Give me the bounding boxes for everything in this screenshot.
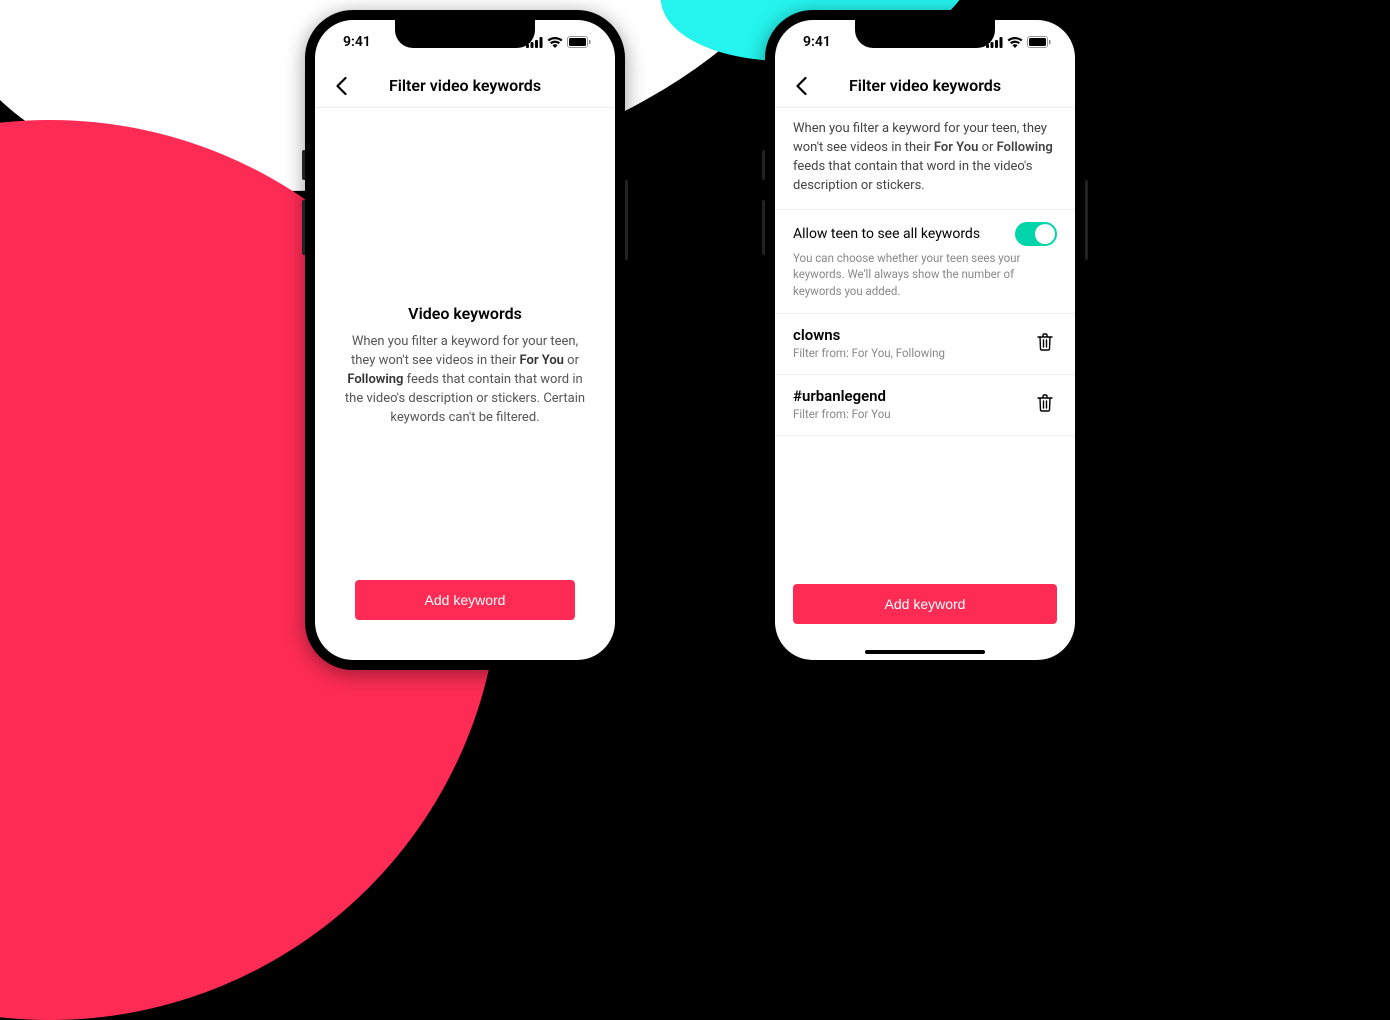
visibility-toggle[interactable] [1015,222,1057,246]
status-time: 9:41 [343,34,371,50]
keyword-name: #urbanlegend [793,387,1021,405]
keyword-subtitle: Filter from: For You, Following [793,346,1021,360]
trash-icon [1037,333,1053,351]
status-time: 9:41 [803,34,831,50]
status-indicators [986,36,1051,48]
battery-icon [1027,36,1051,48]
phone-notch [395,20,535,48]
phone-mockup-list: 9:41 Filter video keywords When you filt… [765,10,1085,670]
visibility-toggle-row: Allow teen to see all keywords You can c… [775,210,1075,313]
back-button[interactable] [789,74,813,98]
nav-header: Filter video keywords [315,64,615,108]
empty-state: Video keywords When you filter a keyword… [315,168,615,564]
keyword-row: #urbanlegend Filter from: For You [775,375,1075,436]
delete-keyword-button[interactable] [1033,391,1057,415]
intro-description: When you filter a keyword for your teen,… [775,108,1075,210]
wifi-icon [547,37,563,48]
delete-keyword-button[interactable] [1033,330,1057,354]
status-indicators [526,36,591,48]
add-keyword-button[interactable]: Add keyword [793,584,1057,624]
toggle-label: Allow teen to see all keywords [793,226,980,242]
home-indicator [865,650,985,654]
phone-notch [855,20,995,48]
empty-description: When you filter a keyword for your teen,… [339,333,591,427]
battery-icon [567,36,591,48]
phone-mockup-empty: 9:41 Filter video keywords Video keyword… [305,10,625,670]
nav-title: Filter video keywords [775,76,1075,95]
wifi-icon [1007,37,1023,48]
chevron-left-icon [336,77,347,95]
chevron-left-icon [796,77,807,95]
nav-header: Filter video keywords [775,64,1075,108]
keyword-row: clowns Filter from: For You, Following [775,314,1075,375]
nav-title: Filter video keywords [315,76,615,95]
toggle-description: You can choose whether your teen sees yo… [793,250,1057,298]
empty-title: Video keywords [408,304,522,323]
keyword-name: clowns [793,326,1021,344]
keyword-subtitle: Filter from: For You [793,407,1021,421]
trash-icon [1037,394,1053,412]
back-button[interactable] [329,74,353,98]
add-keyword-button[interactable]: Add keyword [355,580,575,620]
